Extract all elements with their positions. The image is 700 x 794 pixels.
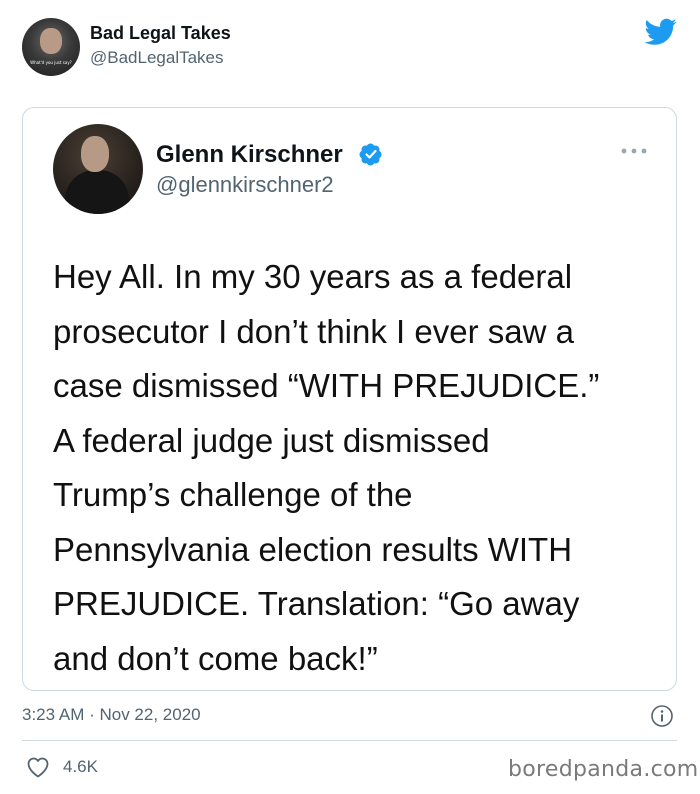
footer-divider	[22, 740, 677, 741]
quoted-author-avatar[interactable]	[53, 124, 143, 214]
avatar-face	[40, 28, 62, 54]
quoted-text-line: Hey All. In my 30 years as a federal	[53, 258, 573, 295]
avatar-head	[81, 136, 109, 172]
quoted-text-line: prosecutor I don’t think I ever saw a	[53, 312, 574, 350]
quoted-text-line: Pennsylvania election results WITH	[53, 530, 573, 568]
twitter-bird-icon[interactable]	[645, 18, 677, 46]
quoted-tweet-text: Hey All. In my 30 years as a federal pro…	[53, 250, 653, 686]
author-avatar[interactable]: What'd you just say?	[22, 18, 80, 76]
quoted-author-handle[interactable]: @glennkirschner2	[156, 172, 334, 198]
verified-badge-icon	[359, 143, 382, 166]
avatar-body	[65, 170, 129, 214]
quoted-text-line: A federal judge just dismissed	[53, 421, 490, 459]
quoted-tweet[interactable]: Glenn Kirschner @glennkirschner2 Hey All…	[22, 107, 677, 691]
info-icon[interactable]	[650, 704, 674, 728]
author-name[interactable]: Bad Legal Takes	[90, 23, 231, 44]
avatar-caption: What'd you just say?	[30, 60, 72, 65]
quoted-author-name[interactable]: Glenn Kirschner	[156, 141, 343, 169]
quoted-text-line: case dismissed “WITH PREJUDICE.”	[53, 367, 600, 404]
author-handle[interactable]: @BadLegalTakes	[90, 48, 224, 68]
more-options-icon[interactable]	[620, 146, 648, 156]
quoted-text-line: and don’t come back!”	[53, 639, 378, 677]
tweet-card: What'd you just say? Bad Legal Takes @Ba…	[0, 0, 700, 794]
like-count[interactable]: 4.6K	[63, 757, 98, 777]
heart-icon[interactable]	[26, 756, 50, 778]
watermark: boredpanda.com	[508, 757, 699, 782]
quoted-text-line: PREJUDICE. Translation: “Go away	[53, 585, 580, 622]
quoted-text-line: Trump’s challenge of the	[53, 476, 413, 513]
tweet-timestamp[interactable]: 3:23 AM · Nov 22, 2020	[22, 705, 201, 725]
